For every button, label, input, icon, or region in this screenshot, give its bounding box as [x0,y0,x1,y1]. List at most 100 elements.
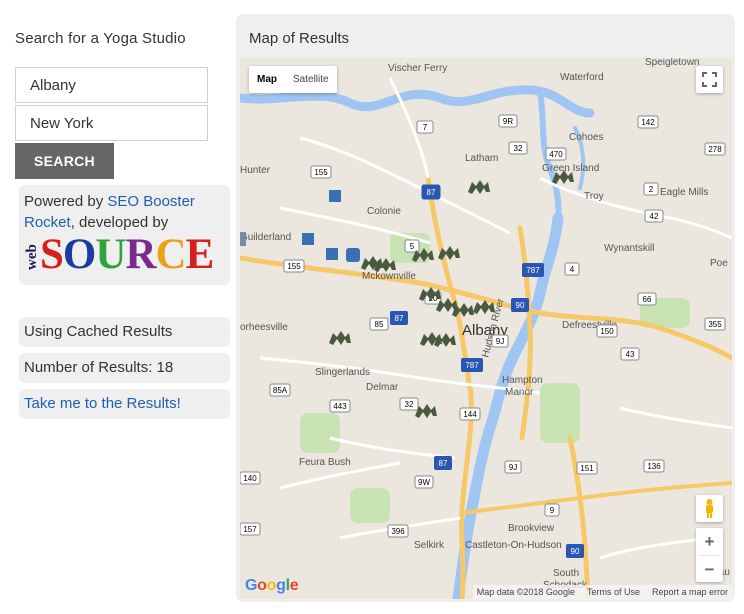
label-wynantskill: Wynantskill [604,243,654,254]
shield-144: 144 [459,407,481,421]
shield-151: 151 [576,461,598,475]
label-speigletown: Speigletown [645,58,699,68]
shield-66: 66 [637,292,657,306]
shield-87-north: 87 [421,184,441,200]
shield-155-a: 155 [310,165,332,179]
logo-letter: U [95,231,126,278]
shield-140: 140 [240,471,261,485]
results-link[interactable]: Take me to the Results! [19,389,230,419]
svg-text:66: 66 [643,295,652,304]
map-data-text: Map data ©2018 Google [476,587,575,597]
shield-9r: 9R [498,114,518,128]
zoom-control: + − [696,528,723,582]
shield-87-south: 87 [434,456,452,470]
google-logo-letter: e [289,577,299,594]
label-castleton: Castleton-On-Hudson [465,540,562,551]
map-type-satellite-button[interactable]: Satellite [285,66,337,93]
svg-text:150: 150 [600,327,614,336]
street-view-button[interactable] [696,495,723,522]
svg-text:140: 140 [243,474,257,483]
shield-43: 43 [620,347,640,361]
result-count: Number of Results: 18 [19,353,230,383]
google-logo-letter: g [276,577,286,594]
label-slingerlands: Slingerlands [315,367,370,378]
shield-85: 85 [369,317,389,331]
label-vischer-ferry: Vischer Ferry [388,63,447,74]
shield-90-south: 90 [566,544,584,558]
svg-text:5: 5 [410,242,415,251]
svg-text:32: 32 [405,400,414,409]
shield-157: 157 [240,522,261,536]
shield-90: 90 [511,298,529,312]
map-canvas[interactable]: Vischer Ferry Waterford Speigletown Coho… [240,58,732,599]
city-input[interactable] [15,67,208,103]
shield-32: 32 [508,141,528,155]
logo-letter: R [125,231,156,278]
svg-text:9R: 9R [503,117,513,126]
svg-text:142: 142 [641,118,655,127]
logo-source-text: SOURCE [40,231,215,278]
label-green-island: Green Island [542,163,599,174]
svg-text:355: 355 [708,320,722,329]
google-logo-letter: o [266,577,277,594]
terms-link[interactable]: Terms of Use [587,585,640,599]
state-input[interactable] [15,105,208,141]
search-sidebar: Search for a Yoga Studio SEARCH Powered … [0,0,236,614]
poi-marker [240,232,246,246]
websource-logo[interactable]: web SOURCE [24,231,226,278]
powered-suffix: , developed by [70,214,169,231]
poi-marker [302,233,314,245]
logo-letter: E [185,231,215,278]
shield-787-b: 787 [461,358,483,372]
svg-text:155: 155 [287,262,301,271]
logo-web-text: web [24,244,40,270]
svg-text:470: 470 [549,150,563,159]
fullscreen-button[interactable] [696,66,723,93]
logo-letter: O [62,231,96,278]
svg-text:85: 85 [375,320,384,329]
label-orheesville: orheesville [240,322,288,333]
shield-787-a: 787 [522,263,544,277]
svg-text:151: 151 [580,464,594,473]
zoom-out-button[interactable]: − [696,556,723,583]
label-south: South [553,568,579,579]
svg-text:443: 443 [333,402,347,411]
search-button[interactable]: SEARCH [15,143,114,179]
svg-text:90: 90 [516,301,525,310]
label-delmar: Delmar [366,382,399,393]
label-troy: Troy [584,191,604,202]
map-card: Map of Results Vischer Ferry Waterford S… [236,14,735,602]
powered-prefix: Powered by [24,193,108,210]
map-type-map-button[interactable]: Map [249,66,285,93]
shield-5: 5 [404,239,420,253]
svg-text:85A: 85A [273,386,288,395]
zoom-in-button[interactable]: + [696,528,723,555]
shield-4: 4 [564,262,580,276]
svg-text:90: 90 [571,547,580,556]
svg-text:155: 155 [314,168,328,177]
poi-marker [329,190,341,202]
svg-text:2: 2 [649,185,654,194]
svg-text:87: 87 [395,314,404,323]
shield-155-b: 155 [283,259,305,273]
google-logo[interactable]: Google [245,577,299,595]
poi-marker [326,248,338,260]
shield-136: 136 [643,459,665,473]
svg-text:787: 787 [465,361,479,370]
shield-150: 150 [596,324,618,338]
report-error-link[interactable]: Report a map error [652,585,728,599]
label-colonie: Colonie [367,206,401,217]
svg-text:43: 43 [626,350,635,359]
shield-278: 278 [704,142,726,156]
label-manor: Manor [505,387,534,398]
label-eagle-mills: Eagle Mills [660,187,708,198]
svg-text:87: 87 [427,188,436,197]
shield-87-mid: 87 [390,311,408,325]
shield-85a: 85A [269,383,291,397]
svg-text:396: 396 [391,527,405,536]
svg-text:157: 157 [243,525,257,534]
shield-9: 9 [544,503,560,517]
label-hampton: Hampton [502,375,543,386]
label-waterford: Waterford [560,72,604,83]
map-view[interactable]: Vischer Ferry Waterford Speigletown Coho… [240,58,732,599]
